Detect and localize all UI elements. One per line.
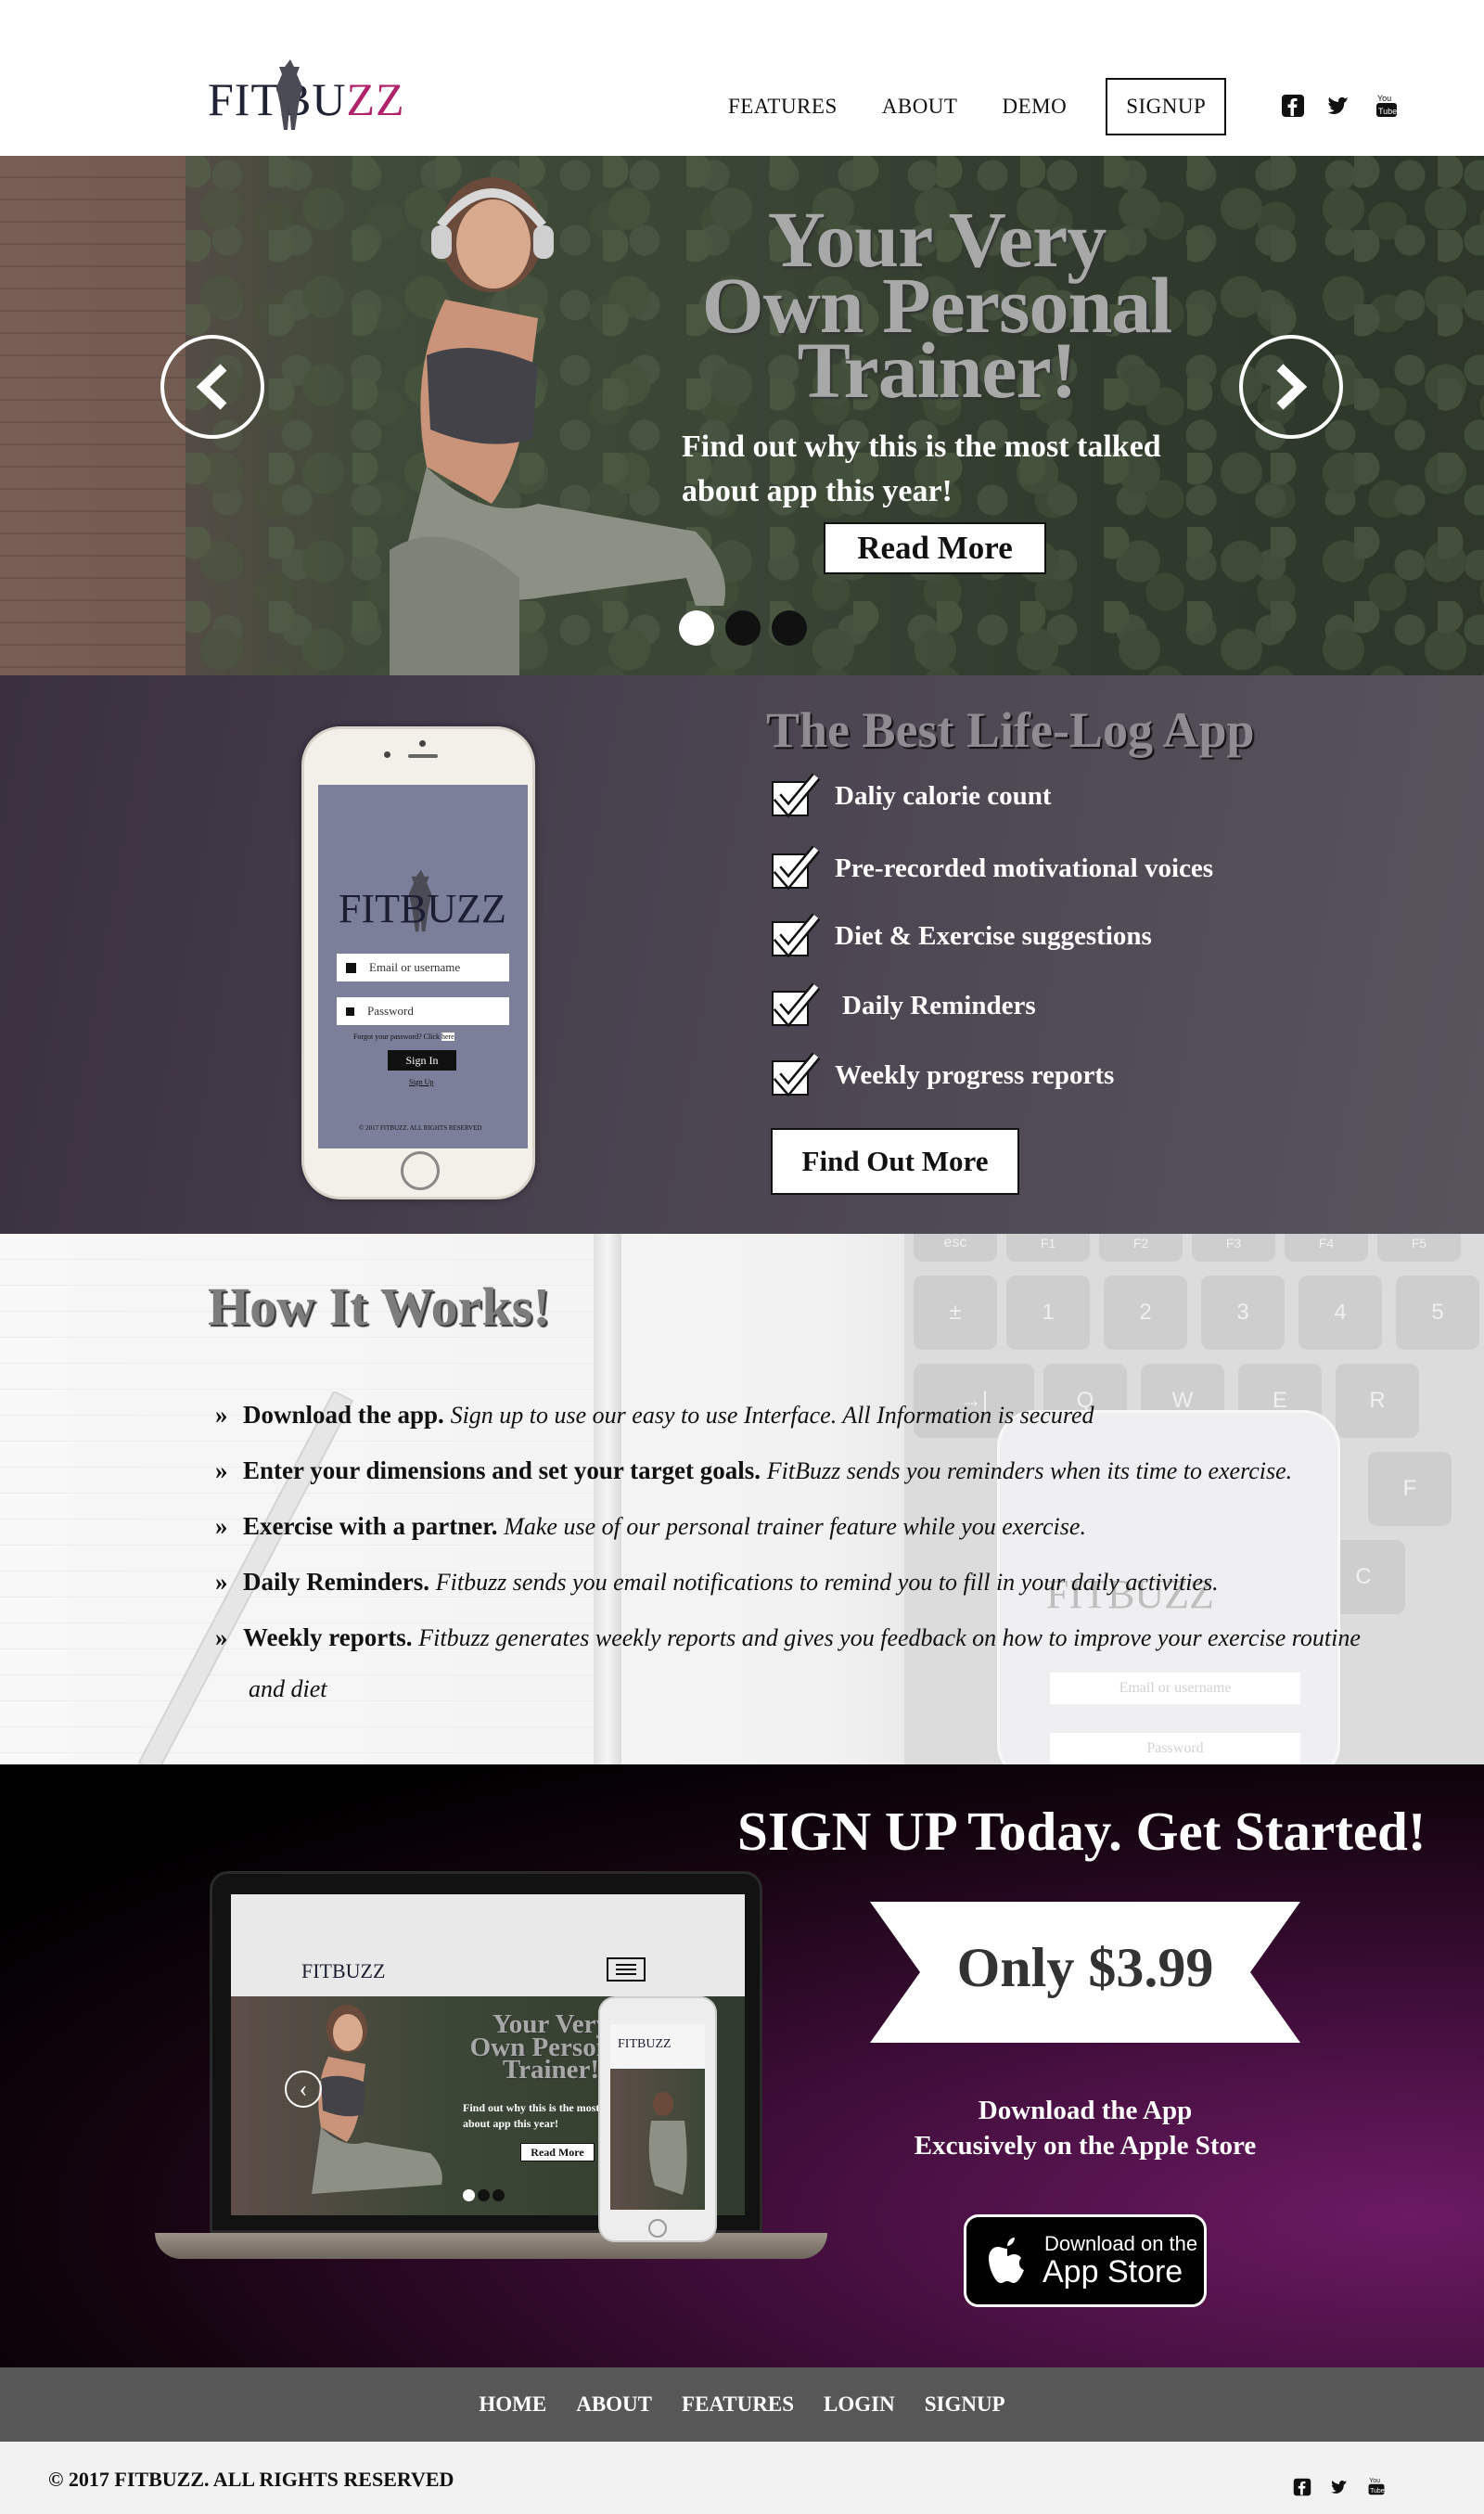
read-more-button[interactable]: Read More (824, 522, 1046, 574)
phone-signin-button: Sign In (388, 1050, 456, 1071)
lock-icon (346, 1007, 354, 1016)
mini-logo-text: FITBUZZ (301, 1959, 386, 1982)
phone-sensor (384, 751, 390, 758)
footer-link-signup[interactable]: SIGNUP (925, 2392, 1005, 2417)
checkmark-icon (772, 845, 821, 891)
phone-copyright: © 2017 FITBUZZ. ALL RIGHTS RESERVED (359, 1124, 482, 1132)
copyright-text: © 2017 FITBUZZ. ALL RIGHTS RESERVED (48, 2468, 454, 2491)
mini-phone-mockup: FITBUZZ (598, 1996, 717, 2242)
phone-screen: FITBUZZ Email or username Password Forgo… (318, 785, 528, 1148)
feature-item: Weekly progress reports (770, 1052, 1114, 1098)
feature-item: Daily Reminders (770, 982, 1036, 1029)
footer-bottom: © 2017 FITBUZZ. ALL RIGHTS RESERVED You … (0, 2442, 1484, 2514)
footer-link-home[interactable]: HOME (479, 2392, 546, 2417)
app-store-button[interactable]: Download on the App Store (964, 2214, 1207, 2307)
double-chevron-icon: » (215, 1401, 228, 1429)
user-icon (346, 962, 356, 973)
double-chevron-icon: » (215, 1623, 228, 1651)
how-it-works-section: esc F1 F2 F3 F4 F5 ± 1 2 3 4 5 →| Q W E … (0, 1234, 1484, 1764)
carousel-dot-2[interactable] (725, 610, 761, 646)
hamburger-menu-icon (607, 1957, 646, 1982)
phone-camera (419, 740, 426, 747)
nav-features[interactable]: FEATURES (728, 95, 838, 119)
logo-text: FITBUZZ (208, 73, 405, 125)
download-text: Download the App Excusively on the Apple… (914, 2096, 1257, 2161)
features-title: The Best Life-Log App (766, 702, 1255, 758)
signup-title: SIGN UP Today. Get Started! (737, 1801, 1426, 1862)
apple-icon (989, 2238, 1024, 2283)
footer-nav: HOME ABOUT FEATURES LOGIN SIGNUP (0, 2367, 1484, 2442)
site-header: FITBUZZ FEATURES ABOUT DEMO SIGNUP You T… (0, 0, 1484, 156)
checkmark-icon (772, 773, 821, 818)
twitter-icon[interactable] (1326, 93, 1350, 119)
laptop-base (155, 2233, 827, 2259)
youtube-icon[interactable]: You Tube (1367, 2475, 1386, 2497)
chevron-right-icon (1276, 364, 1308, 410)
features-section: FITBUZZ Email or username Password Forgo… (0, 675, 1484, 1234)
facebook-icon[interactable] (1281, 93, 1305, 119)
nav-demo[interactable]: DEMO (1002, 95, 1067, 119)
hero-subtitle: Find out why this is the most talked abo… (682, 430, 1161, 508)
logo-figure-icon (276, 59, 302, 130)
phone-logo-text: FITBUZZ (339, 886, 506, 931)
how-it-works-title: How It Works! (208, 1276, 551, 1337)
mini-read-more: Read More (520, 2143, 595, 2161)
facebook-icon[interactable] (1293, 2477, 1311, 2497)
how-step: » Exercise with a partner. Make use of ou… (215, 1507, 1421, 1546)
phone-mockup: FITBUZZ Email or username Password Forgo… (301, 726, 535, 1199)
svg-text:Tube: Tube (1378, 107, 1397, 116)
checkmark-icon (772, 1052, 821, 1097)
fitbuzz-logo[interactable]: FITBUZZ (208, 54, 404, 137)
hero-carousel: Your Very Own Personal Trainer! Find out… (0, 156, 1484, 675)
find-out-more-button[interactable]: Find Out More (771, 1128, 1019, 1195)
carousel-dot-3[interactable] (772, 610, 807, 646)
svg-text:You: You (1369, 2478, 1380, 2484)
twitter-icon[interactable] (1330, 2477, 1349, 2497)
how-step: » Weekly reports. Fitbuzz generates weekl… (215, 1619, 1421, 1658)
phone-speaker (408, 754, 438, 758)
phone-password-field: Password (337, 997, 509, 1025)
signup-section: SIGN UP Today. Get Started! Only $3.99 D… (0, 1764, 1484, 2367)
footer-link-about[interactable]: ABOUT (576, 2392, 652, 2417)
checkmark-icon (772, 982, 821, 1028)
double-chevron-icon: » (215, 1456, 228, 1484)
how-step: » Daily Reminders. Fitbuzz sends you emai… (215, 1563, 1421, 1602)
phone-home-button (401, 1151, 440, 1190)
nav-about[interactable]: ABOUT (882, 95, 958, 119)
main-nav: FEATURES ABOUT DEMO SIGNUP (728, 78, 1271, 135)
how-step: » Download the app. Sign up to use our ea… (215, 1396, 1421, 1435)
mini-athlete-image (312, 2005, 442, 2194)
feature-item: Daliy calorie count (770, 773, 1052, 819)
double-chevron-icon: » (215, 1512, 228, 1540)
phone-signup-link: Sign Up (409, 1078, 434, 1086)
feature-item: Pre-recorded motivational voices (770, 845, 1213, 891)
mini-chevron-left-icon: ‹ (285, 2071, 322, 2108)
phone-forgot-text: Forgot your password? Click here (353, 1033, 454, 1041)
youtube-icon[interactable]: You Tube (1375, 93, 1399, 119)
how-step: » Enter your dimensions and set your targ… (215, 1452, 1421, 1491)
price-label: Only $3.99 (956, 1937, 1214, 1998)
svg-text:You: You (1377, 94, 1391, 103)
checkmark-icon (772, 913, 821, 958)
carousel-prev-button[interactable] (160, 335, 264, 439)
footer-link-login[interactable]: LOGIN (824, 2392, 895, 2417)
phone-email-field: Email or username (337, 954, 509, 981)
footer-link-features[interactable]: FEATURES (682, 2392, 794, 2417)
chevron-left-icon (196, 364, 227, 410)
hero-brick-wall (0, 156, 186, 675)
carousel-next-button[interactable] (1239, 335, 1343, 439)
nav-signup-button[interactable]: SIGNUP (1106, 78, 1227, 135)
hero-title: Your Very Own Personal Trainer! (701, 195, 1172, 416)
svg-text:Tube: Tube (1370, 2488, 1385, 2495)
how-step-continued: and diet (249, 1675, 327, 1702)
feature-item: Diet & Exercise suggestions (770, 913, 1152, 959)
carousel-dot-1[interactable] (679, 610, 714, 646)
double-chevron-icon: » (215, 1568, 228, 1596)
